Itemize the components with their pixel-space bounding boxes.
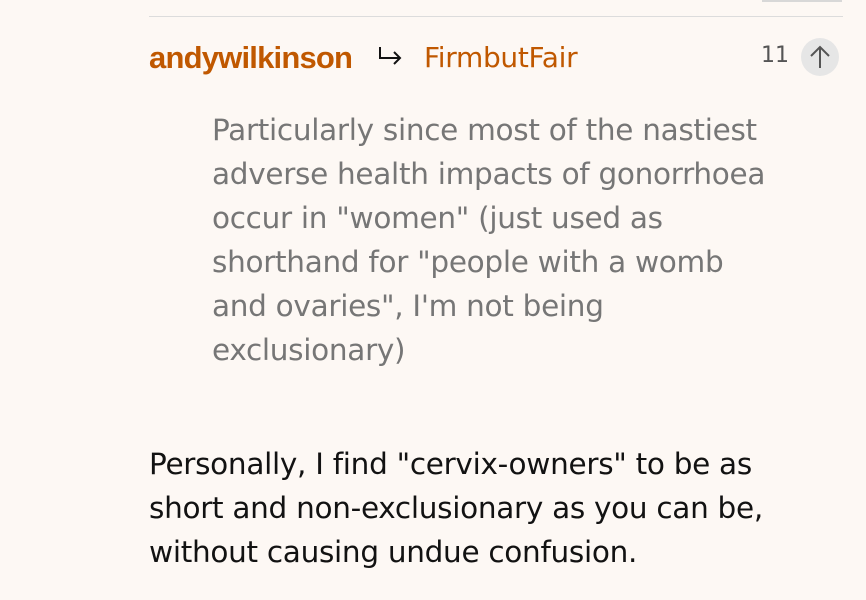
quote-line: Particularly since most of the nastiest (212, 113, 757, 147)
reply-to-name[interactable]: FirmbutFair (424, 41, 578, 74)
recommend-count: 11 (761, 43, 789, 68)
comment-body: Personally, I find "cervix-owners" to be… (149, 442, 839, 574)
quoted-text: Particularly since most of the nastiest … (212, 108, 812, 372)
top-edge-line (762, 0, 842, 2)
recommend-button[interactable] (801, 38, 839, 76)
body-line: without causing undue confusion. (149, 535, 638, 569)
quote-line: and ovaries", I'm not being (212, 289, 604, 323)
body-line: short and non-exclusionary as you can be… (149, 491, 763, 525)
comment-header: andywilkinson FirmbutFair 11 (149, 38, 849, 78)
comment-divider (149, 16, 843, 17)
author-name[interactable]: andywilkinson (149, 40, 353, 76)
quote-line: exclusionary) (212, 333, 406, 367)
quote-line: shorthand for "people with a womb (212, 245, 724, 279)
reply-arrow-icon (379, 47, 402, 65)
up-arrow-icon (810, 45, 830, 68)
quote-line: occur in "women" (just used as (212, 201, 663, 235)
quote-line: adverse health impacts of gonorrhoea (212, 157, 766, 191)
body-line: Personally, I find "cervix-owners" to be… (149, 447, 752, 481)
